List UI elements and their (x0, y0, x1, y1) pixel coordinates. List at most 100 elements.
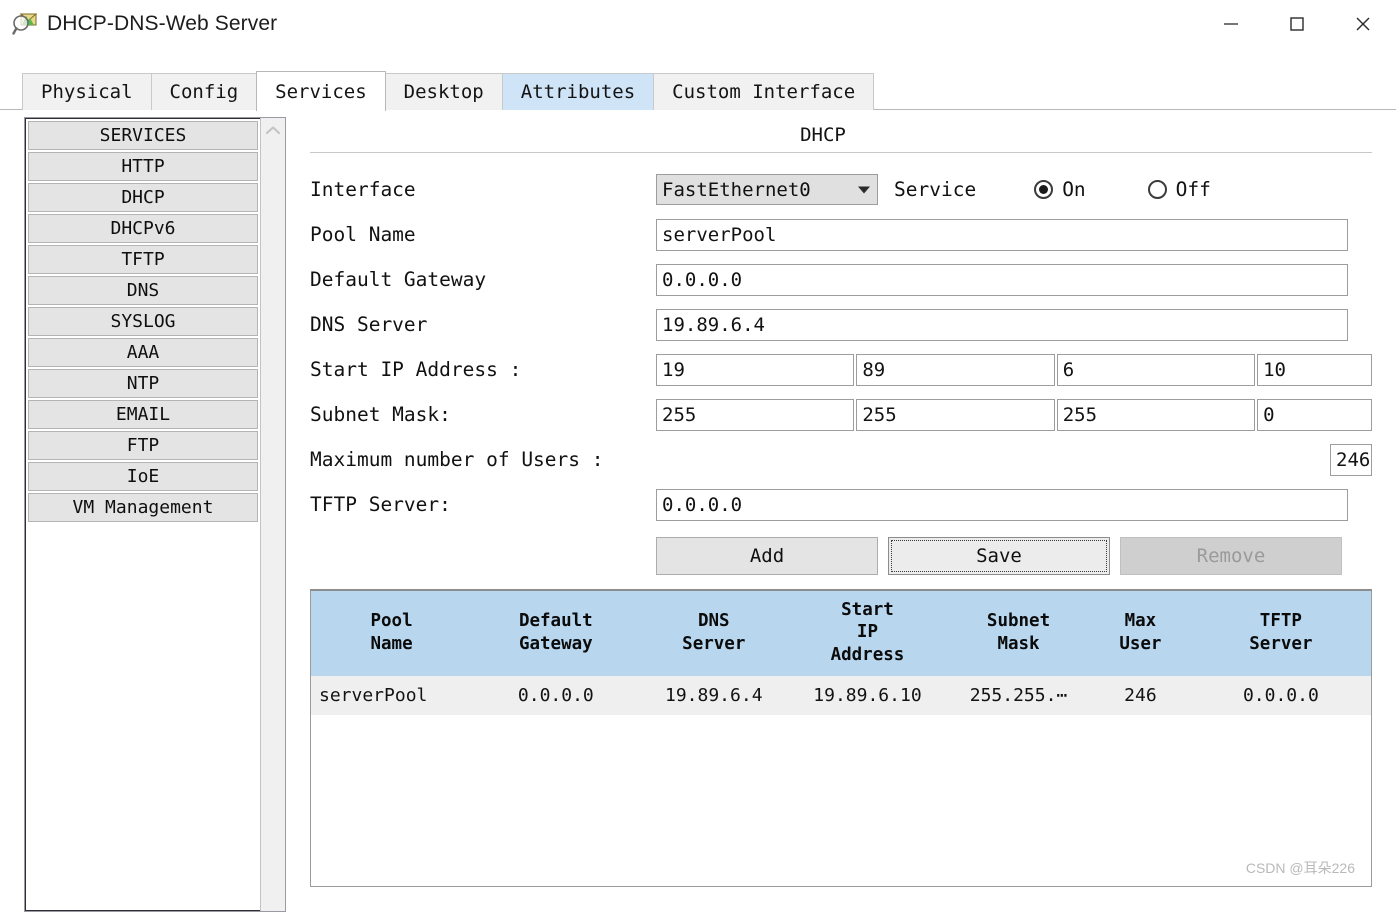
subnet-mask-octet-2[interactable]: 255 (856, 398, 1055, 431)
column-header-tftp-server[interactable]: TFTP Server (1190, 591, 1371, 677)
column-header-label: Max User (1119, 611, 1162, 654)
sidebar-scrollbar[interactable] (260, 118, 285, 911)
column-header-label: DNS Server (682, 611, 746, 654)
sidebar-item-dhcp[interactable]: DHCP (28, 183, 258, 212)
tab-label: Services (275, 80, 367, 103)
interface-value: FastEthernet0 (662, 178, 811, 201)
tab-label: Custom Interface (672, 81, 856, 103)
tftp-server-label: TFTP Server: (310, 493, 451, 516)
cell-tftp-server: 0.0.0.0 (1190, 676, 1371, 716)
services-sidebar: SERVICES HTTP DHCP DHCPv6 TFTP DNS SYSLO… (24, 117, 286, 912)
column-header-default-gateway[interactable]: Default Gateway (472, 591, 640, 677)
column-header-label: Pool Name (370, 611, 413, 654)
pool-actions: Add Save Remove (310, 537, 1372, 575)
column-header-max-user[interactable]: Max User (1090, 591, 1191, 677)
service-off-option[interactable]: Off (1147, 178, 1211, 201)
dns-server-input[interactable]: 19.89.6.4 (656, 308, 1348, 341)
sidebar-item-label: VM Management (72, 497, 214, 518)
column-header-start-ip-address[interactable]: Start IP Address (787, 591, 947, 677)
tab-physical[interactable]: Physical (22, 73, 152, 110)
tftp-server-input[interactable]: 0.0.0.0 (656, 488, 1348, 521)
chevron-down-icon (858, 186, 870, 193)
table-header-row: Pool Name Default Gateway DNS Server Sta… (311, 591, 1371, 677)
sidebar-item-dhcpv6[interactable]: DHCPv6 (28, 214, 258, 243)
sidebar-item-dns[interactable]: DNS (28, 276, 258, 305)
cell-max-user: 246 (1090, 676, 1191, 716)
maximize-button[interactable] (1264, 0, 1330, 48)
max-users-label: Maximum number of Users : (310, 448, 604, 471)
tab-label: Config (169, 81, 239, 103)
sidebar-item-syslog[interactable]: SYSLOG (28, 307, 258, 336)
interface-select[interactable]: FastEthernet0 (656, 174, 878, 205)
subnet-mask-octet-1[interactable]: 255 (656, 398, 855, 431)
service-on-option[interactable]: On (1034, 178, 1086, 201)
title-divider (310, 152, 1372, 153)
cell-default-gateway: 0.0.0.0 (472, 676, 640, 716)
service-off-label: Off (1175, 178, 1211, 201)
sidebar-item-label: FTP (126, 435, 160, 456)
start-ip-octet-3[interactable]: 6 (1056, 353, 1256, 386)
start-ip-octet-4[interactable]: 10 (1257, 353, 1373, 386)
sidebar-item-label: DHCP (121, 187, 165, 208)
tab-config[interactable]: Config (150, 73, 258, 110)
tab-desktop[interactable]: Desktop (384, 73, 503, 110)
tab-custom-interface[interactable]: Custom Interface (653, 73, 875, 110)
sidebar-item-label: TFTP (121, 249, 165, 270)
subnet-mask-octet-3[interactable]: 255 (1056, 398, 1256, 431)
tab-services[interactable]: Services (256, 71, 386, 111)
tab-label: Attributes (520, 81, 636, 103)
table-row[interactable]: serverPool 0.0.0.0 19.89.6.4 19.89.6.10 … (311, 676, 1371, 716)
cell-pool-name: serverPool (311, 676, 473, 716)
tab-attributes[interactable]: Attributes (501, 73, 655, 110)
sidebar-item-services[interactable]: SERVICES (28, 121, 258, 150)
row-pool-name: Pool Name serverPool (310, 212, 1372, 257)
page-title: DHCP (800, 124, 846, 146)
save-button[interactable]: Save (888, 537, 1110, 575)
dhcp-panel: DHCP Interface FastEthernet0 Service On … (310, 117, 1373, 918)
subnet-mask-octet-4[interactable]: 0 (1257, 398, 1373, 431)
sidebar-item-label: IoE (126, 466, 160, 487)
sidebar-item-ntp[interactable]: NTP (28, 369, 258, 398)
sidebar-item-label: SYSLOG (110, 311, 176, 332)
close-button[interactable] (1330, 0, 1396, 48)
minimize-button[interactable] (1198, 0, 1264, 48)
max-users-input[interactable]: 246 (1330, 443, 1372, 476)
subnet-mask-label: Subnet Mask: (310, 403, 451, 426)
row-max-users: Maximum number of Users : 246 (310, 437, 1372, 482)
service-on-label: On (1062, 178, 1086, 201)
row-interface: Interface FastEthernet0 Service On Off (310, 167, 1372, 212)
row-start-ip: Start IP Address : 19 89 6 10 (310, 347, 1373, 392)
column-header-dns-server[interactable]: DNS Server (639, 591, 788, 677)
add-button[interactable]: Add (656, 537, 878, 575)
sidebar-item-ioe[interactable]: IoE (28, 462, 258, 491)
radio-on[interactable] (1034, 180, 1054, 199)
interface-label: Interface (310, 178, 416, 201)
sidebar-item-email[interactable]: EMAIL (28, 400, 258, 429)
column-header-subnet-mask[interactable]: Subnet Mask (946, 591, 1091, 677)
sidebar-item-ftp[interactable]: FTP (28, 431, 258, 460)
pool-name-label: Pool Name (310, 223, 416, 246)
chevron-up-icon[interactable] (261, 124, 285, 139)
sidebar-item-label: EMAIL (115, 404, 171, 425)
sidebar-item-label: DHCPv6 (110, 218, 176, 239)
radio-off[interactable] (1147, 180, 1167, 199)
start-ip-octet-2[interactable]: 89 (856, 353, 1055, 386)
cell-dns-server: 19.89.6.4 (639, 676, 788, 716)
cell-start-ip-address: 19.89.6.10 (787, 676, 947, 716)
tab-label: Desktop (403, 81, 484, 103)
sidebar-item-vm-management[interactable]: VM Management (28, 493, 258, 522)
pool-name-input[interactable]: serverPool (656, 218, 1348, 251)
sidebar-item-http[interactable]: HTTP (28, 152, 258, 181)
default-gateway-input[interactable]: 0.0.0.0 (656, 263, 1348, 296)
column-header-pool-name[interactable]: Pool Name (311, 591, 473, 677)
sidebar-item-aaa[interactable]: AAA (28, 338, 258, 367)
sidebar-item-label: AAA (126, 342, 160, 363)
packet-tracer-icon (12, 11, 38, 37)
start-ip-octet-1[interactable]: 19 (656, 353, 855, 386)
window-controls (1198, 0, 1396, 48)
sidebar-item-tftp[interactable]: TFTP (28, 245, 258, 274)
sidebar-item-label: DNS (126, 280, 160, 301)
watermark: CSDN @耳朵226 (1245, 860, 1355, 876)
default-gateway-label: Default Gateway (310, 268, 487, 291)
tab-label: Physical (41, 81, 133, 103)
